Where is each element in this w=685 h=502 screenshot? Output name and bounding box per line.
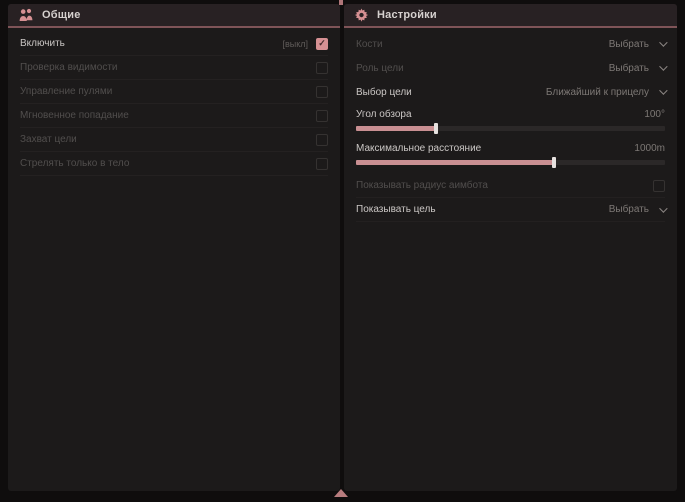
setting-label: Показывать цель xyxy=(356,204,436,215)
fov-slider[interactable] xyxy=(356,126,665,131)
dropdown-value: Ближайший к прицелу xyxy=(546,87,649,98)
menu-handle-arrow-icon[interactable] xyxy=(334,489,348,497)
max-distance-value: 1000m xyxy=(634,143,665,154)
fov-label-row: Угол обзора 100° xyxy=(356,106,665,123)
chevron-down-icon xyxy=(659,62,667,70)
toggle-label: Управление пулями xyxy=(20,86,112,97)
setting-group-max-distance: Максимальное расстояние 1000m xyxy=(356,140,665,165)
target-selection-dropdown[interactable]: Ближайший к прицелу xyxy=(546,87,665,98)
setting-label: Кости xyxy=(356,39,383,50)
check-icon: ✓ xyxy=(318,39,326,48)
setting-row-bones: Кости Выбрать xyxy=(356,32,665,56)
setting-label: Максимальное расстояние xyxy=(356,143,481,154)
top-marker xyxy=(339,0,343,5)
toggle-row-body-only: Стрелять только в тело xyxy=(20,152,328,176)
toggle-row-target-lock: Захват цели xyxy=(20,128,328,152)
setting-label: Роль цели xyxy=(356,63,404,74)
hotkey-label[interactable]: [выкл] xyxy=(282,39,308,49)
bones-dropdown[interactable]: Выбрать xyxy=(609,39,665,50)
toggle-label: Стрелять только в тело xyxy=(20,158,129,169)
toggle-label: Показывать радиус аимбота xyxy=(356,180,488,191)
show-radius-checkbox[interactable] xyxy=(653,180,665,192)
max-distance-slider-handle[interactable] xyxy=(552,157,556,168)
toggle-row-instant-hit: Мгновенное попадание xyxy=(20,104,328,128)
general-panel-title: Общие xyxy=(42,9,81,21)
settings-panel-body: Кости Выбрать Роль цели Выбрать Выбор це… xyxy=(344,28,677,491)
setting-label: Угол обзора xyxy=(356,109,412,120)
general-panel-body: Включить [выкл] ✓ Проверка видимости Упр… xyxy=(8,28,340,491)
toggle-row-visibility-check: Проверка видимости xyxy=(20,56,328,80)
general-panel: Общие Включить [выкл] ✓ Проверка видимос… xyxy=(8,4,340,491)
settings-panel-title: Настройки xyxy=(377,9,437,21)
target-role-dropdown[interactable]: Выбрать xyxy=(609,63,665,74)
settings-panel-header: Настройки xyxy=(344,4,677,28)
fov-slider-fill xyxy=(356,126,436,131)
chevron-down-icon xyxy=(659,204,667,212)
gear-icon xyxy=(354,8,369,23)
chevron-down-icon xyxy=(659,86,667,94)
setting-group-fov: Угол обзора 100° xyxy=(356,106,665,131)
max-distance-slider[interactable] xyxy=(356,160,665,165)
toggle-row-bullet-control: Управление пулями xyxy=(20,80,328,104)
show-target-dropdown[interactable]: Выбрать xyxy=(609,204,665,215)
setting-row-target-role: Роль цели Выбрать xyxy=(356,56,665,80)
visibility-check-checkbox[interactable] xyxy=(316,62,328,74)
max-distance-label-row: Максимальное расстояние 1000m xyxy=(356,140,665,157)
toggle-row-show-radius: Показывать радиус аимбота xyxy=(356,174,665,198)
target-lock-checkbox[interactable] xyxy=(316,134,328,146)
users-icon xyxy=(18,8,34,22)
chevron-down-icon xyxy=(659,38,667,46)
setting-row-target-selection: Выбор цели Ближайший к прицелу xyxy=(356,80,665,104)
setting-row-show-target: Показывать цель Выбрать xyxy=(356,198,665,222)
toggle-label: Мгновенное попадание xyxy=(20,110,129,121)
toggle-row-enable: Включить [выкл] ✓ xyxy=(20,32,328,56)
toggle-label: Проверка видимости xyxy=(20,62,118,73)
dropdown-value: Выбрать xyxy=(609,204,649,215)
dropdown-value: Выбрать xyxy=(609,39,649,50)
bullet-control-checkbox[interactable] xyxy=(316,86,328,98)
settings-panel: Настройки Кости Выбрать Роль цели Выбрат… xyxy=(344,4,677,491)
dropdown-value: Выбрать xyxy=(609,63,649,74)
fov-slider-handle[interactable] xyxy=(434,123,438,134)
general-panel-header: Общие xyxy=(8,4,340,28)
setting-label: Выбор цели xyxy=(356,87,412,98)
enable-checkbox[interactable]: ✓ xyxy=(316,38,328,50)
instant-hit-checkbox[interactable] xyxy=(316,110,328,122)
toggle-label: Включить xyxy=(20,38,65,49)
max-distance-slider-fill xyxy=(356,160,554,165)
toggle-label: Захват цели xyxy=(20,134,77,145)
body-only-checkbox[interactable] xyxy=(316,158,328,170)
fov-value: 100° xyxy=(644,109,665,120)
